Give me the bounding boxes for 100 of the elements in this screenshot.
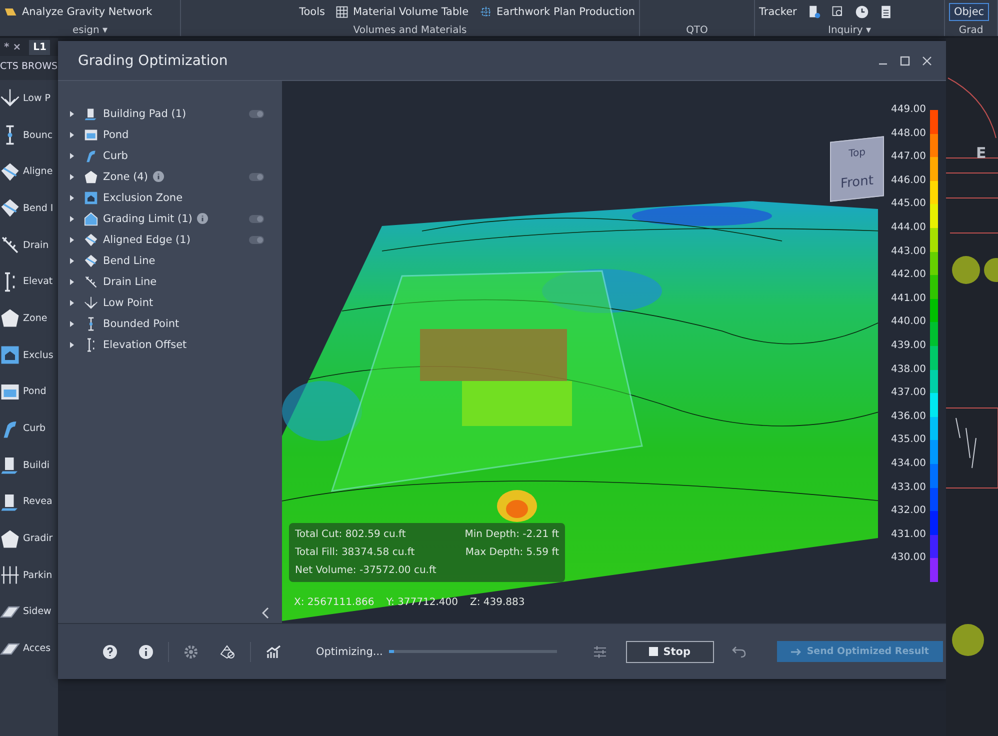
cube-face-label[interactable]: Top bbox=[848, 147, 866, 160]
tree-item-label[interactable]: Building Pad (1) bbox=[103, 108, 186, 120]
tree-item-label[interactable]: Elevation Offset bbox=[103, 338, 187, 350]
expand-caret-icon[interactable] bbox=[70, 342, 74, 348]
tree-item-label[interactable]: Bend Line bbox=[103, 254, 156, 266]
expand-caret-icon[interactable] bbox=[70, 236, 74, 242]
expand-caret-icon[interactable] bbox=[70, 320, 74, 326]
info-icon[interactable] bbox=[197, 213, 208, 224]
tool-label[interactable]: Elevat bbox=[23, 276, 53, 288]
magnifier-icon[interactable] bbox=[830, 5, 845, 19]
toggle-switch[interactable] bbox=[249, 214, 264, 222]
panel-title[interactable]: Inquiry ▾ bbox=[755, 24, 944, 36]
elevation-label: 441.00 bbox=[890, 292, 926, 304]
tree-item-label[interactable]: Low Point bbox=[103, 296, 154, 308]
ribbon-label[interactable]: Analyze Gravity Network bbox=[22, 6, 152, 18]
tool-label[interactable]: Drain bbox=[23, 240, 49, 251]
cube-face-label[interactable]: Front bbox=[840, 173, 874, 192]
drawing-label: E bbox=[976, 144, 986, 162]
close-icon[interactable] bbox=[922, 56, 932, 66]
elevation-label: 439.00 bbox=[890, 340, 926, 351]
expand-caret-icon[interactable] bbox=[70, 278, 74, 284]
tree-item-label[interactable]: Bounded Point bbox=[103, 318, 180, 330]
elevation-label: 437.00 bbox=[890, 387, 926, 398]
surface-check-icon[interactable] bbox=[220, 644, 235, 658]
document-tab[interactable]: * × bbox=[0, 40, 26, 54]
building-icon bbox=[84, 106, 98, 120]
maximize-icon[interactable] bbox=[900, 56, 910, 66]
document-icon[interactable] bbox=[806, 5, 821, 19]
dotted-grid-icon[interactable] bbox=[478, 5, 493, 19]
expand-caret-icon[interactable] bbox=[70, 216, 74, 222]
tree-item-label[interactable]: Zone (4) bbox=[103, 170, 148, 182]
ribbon-label[interactable]: Earthwork Plan Production bbox=[496, 6, 635, 18]
tree-item-label[interactable]: Aligned Edge (1) bbox=[103, 234, 190, 246]
tool-label[interactable]: Exclus bbox=[23, 350, 54, 361]
expand-caret-icon[interactable] bbox=[70, 194, 74, 200]
tree-item-label[interactable]: Pond bbox=[103, 128, 129, 140]
info-icon[interactable] bbox=[152, 171, 164, 182]
tool-label[interactable]: Sidew bbox=[23, 606, 52, 618]
undo-icon[interactable] bbox=[732, 646, 746, 658]
stop-icon bbox=[649, 647, 658, 656]
status-text: Optimizing... bbox=[316, 646, 383, 658]
tool-label[interactable]: Bounc bbox=[23, 130, 53, 141]
tool-label[interactable]: Bend I bbox=[23, 202, 54, 214]
document-tab[interactable]: L1 bbox=[29, 40, 50, 54]
tool-label[interactable]: Gradir bbox=[23, 533, 53, 544]
tree-item-label[interactable]: Grading Limit (1) bbox=[103, 212, 192, 224]
elevation-label: 448.00 bbox=[890, 128, 926, 139]
help-icon[interactable] bbox=[103, 644, 117, 658]
calculator-icon[interactable] bbox=[878, 5, 893, 19]
tool-label[interactable]: Zone bbox=[23, 312, 48, 324]
sliders-icon[interactable] bbox=[592, 646, 607, 658]
clock-icon[interactable] bbox=[854, 5, 869, 19]
view-cube[interactable]: Top Front bbox=[830, 136, 884, 202]
tool-label[interactable]: Curb bbox=[23, 423, 46, 434]
coordinate-readout: Z: 439.883 bbox=[470, 597, 525, 608]
table-icon[interactable] bbox=[335, 5, 349, 19]
object-button[interactable]: Objec bbox=[949, 3, 990, 21]
tool-label[interactable]: Acces bbox=[23, 643, 51, 654]
toggle-switch[interactable] bbox=[249, 172, 264, 180]
toggle-switch[interactable] bbox=[249, 236, 264, 244]
building-icon bbox=[0, 455, 20, 476]
volume-stat: Max Depth: 5.59 ft bbox=[464, 547, 559, 558]
elevation-label: 432.00 bbox=[890, 505, 926, 516]
elevation-label: 442.00 bbox=[890, 269, 926, 280]
panel-title[interactable]: QTO bbox=[640, 24, 754, 36]
tool-label[interactable]: Buildi bbox=[23, 460, 50, 471]
pentagon-icon bbox=[84, 170, 98, 184]
tool-label[interactable]: Revea bbox=[23, 496, 52, 508]
panel-title[interactable]: esign ▾ bbox=[0, 24, 180, 36]
tool-label[interactable]: Aligne bbox=[23, 166, 53, 178]
tool-label[interactable]: Low P bbox=[23, 92, 50, 104]
expand-caret-icon[interactable] bbox=[70, 174, 74, 180]
ribbon-label[interactable]: Tracker bbox=[759, 6, 797, 18]
tree-item-label[interactable]: Curb bbox=[103, 150, 128, 162]
tree-item-label[interactable]: Exclusion Zone bbox=[103, 192, 183, 204]
panel-title[interactable]: Volumes and Materials bbox=[181, 24, 639, 36]
arrow-icon bbox=[790, 648, 802, 656]
panel-title[interactable]: Grad bbox=[945, 24, 997, 36]
building-icon bbox=[0, 492, 20, 512]
toggle-switch[interactable] bbox=[249, 110, 264, 118]
parking-lines-icon bbox=[0, 565, 20, 586]
tool-label[interactable]: Parkin bbox=[23, 570, 52, 581]
ribbon-label[interactable]: Material Volume Table bbox=[353, 6, 469, 18]
expand-caret-icon[interactable] bbox=[70, 300, 74, 306]
tool-label[interactable]: Pond bbox=[23, 386, 46, 398]
elevation-label: 440.00 bbox=[890, 316, 926, 328]
tree-item-label[interactable]: Drain Line bbox=[103, 276, 157, 288]
pond-icon bbox=[0, 382, 20, 402]
expand-caret-icon[interactable] bbox=[70, 152, 74, 158]
stop-button[interactable]: Stop bbox=[626, 640, 714, 662]
elevation-label: 443.00 bbox=[890, 246, 926, 257]
expand-caret-icon[interactable] bbox=[70, 132, 74, 138]
settings-icon[interactable] bbox=[184, 644, 198, 658]
pentagon-icon bbox=[0, 308, 20, 328]
bar-chart-icon[interactable] bbox=[266, 644, 281, 658]
info-icon[interactable] bbox=[139, 644, 153, 658]
ribbon-label[interactable]: Tools bbox=[299, 6, 325, 18]
expand-caret-icon[interactable] bbox=[70, 110, 74, 116]
coordinate-readout: X: 2567111.866 bbox=[294, 597, 374, 608]
expand-caret-icon[interactable] bbox=[70, 258, 74, 264]
